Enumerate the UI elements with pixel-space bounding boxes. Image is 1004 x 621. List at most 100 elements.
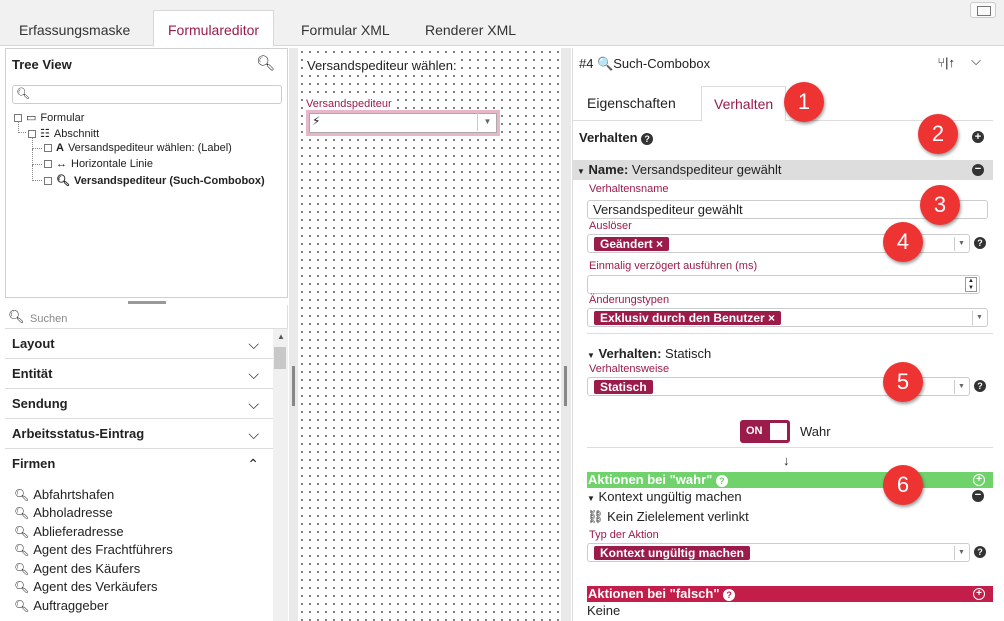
chevron-down-icon: ⌵ — [248, 426, 259, 442]
library-item[interactable]: 🔍︎ Agent des Verkäufers — [14, 579, 158, 594]
boolean-toggle[interactable]: ON — [740, 420, 790, 443]
properties-header: #4 🔍Such-Combobox ⑂|↑ ⌵ — [573, 48, 1003, 78]
action-type-select[interactable]: Kontext ungültig machen ▼ — [587, 543, 970, 562]
callout-badge: 4 — [883, 222, 923, 262]
tab-formulareditor[interactable]: Formulareditor — [153, 10, 275, 47]
help-icon[interactable]: ? — [723, 588, 736, 601]
combobox-field[interactable]: ⚡︎ ▼ — [306, 110, 500, 136]
tree-node-label: Versandspediteur (Such-Combobox) — [73, 174, 265, 187]
library-item[interactable]: 🔍︎ Ablieferadresse — [14, 524, 124, 539]
chevron-down-icon: ⌵ — [248, 366, 259, 382]
category-layout[interactable]: Layout ⌵ — [5, 329, 273, 359]
tag-chip[interactable]: Statisch — [594, 380, 653, 394]
checkbox[interactable] — [44, 144, 52, 152]
screen-settings-icon[interactable] — [970, 2, 996, 18]
dropdown-caret-icon[interactable]: ▼ — [972, 311, 986, 325]
dropdown-caret-icon[interactable]: ▼ — [954, 237, 968, 251]
tag-chip[interactable]: Kontext ungültig machen — [594, 546, 750, 560]
add-action-icon[interactable]: + — [973, 474, 985, 486]
search-icon: 🔍︎ — [16, 88, 30, 100]
text-icon: A — [56, 142, 64, 154]
tree-connector — [32, 165, 42, 181]
spinner-icon[interactable]: ▲ ▼ — [965, 277, 977, 292]
actions-true-bar[interactable]: Aktionen bei "wahr" ? + — [587, 472, 993, 488]
tab-verhalten[interactable]: Verhalten — [701, 86, 787, 122]
checkbox[interactable] — [44, 176, 52, 185]
help-icon[interactable]: ? — [715, 474, 728, 487]
caret-down-icon: ▼ — [577, 167, 585, 176]
aenderungstypen-select[interactable]: Exklusiv durch den Benutzer × ▼ — [587, 308, 988, 327]
form-canvas[interactable]: Versandspediteur wählen: Versandspediteu… — [298, 48, 560, 621]
library-search-input[interactable]: 🔍︎ Suchen — [5, 307, 288, 329]
help-icon[interactable]: ? — [974, 380, 986, 392]
add-behaviour-icon[interactable]: + — [972, 131, 984, 143]
scroll-up-icon[interactable]: ▲ — [277, 332, 285, 341]
tree-node-label: Versandspediteur wählen: (Label) — [67, 142, 232, 154]
resize-handle[interactable] — [564, 366, 567, 406]
dropdown-caret-icon[interactable]: ▼ — [954, 380, 968, 394]
resize-handle[interactable] — [292, 366, 295, 406]
dropdown-caret-icon[interactable]: ▼ — [954, 546, 968, 560]
tab-erfassungsmaske[interactable]: Erfassungsmaske — [5, 11, 144, 46]
remove-action-icon[interactable]: − — [972, 490, 984, 502]
dropdown-caret-icon[interactable]: ▼ — [477, 113, 497, 131]
category-arbeitsstatus[interactable]: Arbeitsstatus-Eintrag ⌵ — [5, 419, 273, 449]
tab-eigenschaften[interactable]: Eigenschaften — [575, 86, 688, 121]
search-placeholder: Suchen — [30, 313, 68, 325]
panel-splitter[interactable] — [128, 301, 166, 304]
left-gutter[interactable] — [289, 48, 298, 621]
remove-behaviour-icon[interactable]: − — [972, 164, 984, 176]
tree-node-label-element[interactable]: A Versandspediteur wählen: (Label) — [44, 142, 232, 154]
search-icon: 🔍︎ — [14, 525, 30, 539]
help-icon[interactable]: ? — [974, 546, 986, 558]
callout-badge: 5 — [883, 362, 923, 402]
tree-view-title: Tree View — [12, 57, 72, 72]
library-item[interactable]: 🔍︎ Abholadresse — [14, 505, 113, 520]
sub-section-verhalten[interactable]: ▼ Verhalten: Statisch — [587, 346, 711, 361]
chevron-down-icon[interactable]: ⌵ — [971, 53, 981, 69]
help-icon[interactable]: ? — [974, 237, 986, 249]
actions-false-value: Keine — [587, 603, 621, 618]
chevron-down-icon: ⌵ — [248, 396, 259, 412]
tree-node-combobox[interactable]: 🔍︎ Versandspediteur (Such-Combobox) — [44, 174, 265, 187]
divider — [587, 333, 993, 334]
callout-badge: 2 — [918, 114, 958, 154]
search-icon: 🔍︎ — [14, 599, 30, 613]
canvas-label-element[interactable]: Versandspediteur wählen: — [306, 58, 458, 73]
tab-renderer-xml[interactable]: Renderer XML — [411, 11, 530, 46]
add-action-icon[interactable]: + — [973, 588, 985, 600]
category-entitaet[interactable]: Entität ⌵ — [5, 359, 273, 389]
canvas-combobox-element[interactable]: Versandspediteur ⚡︎ ▼ — [306, 95, 500, 136]
actions-false-bar[interactable]: Aktionen bei "falsch" ? + — [587, 586, 993, 602]
category-sendung[interactable]: Sendung ⌵ — [5, 389, 273, 419]
right-gutter[interactable] — [561, 48, 571, 621]
field-label-verhaltensname: Verhaltensname — [589, 183, 669, 195]
tree-node-horizontal-line[interactable]: ↔ Horizontale Linie — [44, 158, 153, 170]
search-icon: 🔍︎ — [14, 580, 30, 594]
help-icon[interactable]: ? — [641, 132, 654, 145]
action-context-header[interactable]: ▼ Kontext ungültig machen — [587, 489, 742, 504]
properties-title: #4 🔍Such-Combobox — [579, 56, 711, 71]
behaviour-name-bar[interactable]: ▼ Name: Versandspediteur gewählt − — [573, 160, 993, 180]
search-icon: 🔍︎ — [14, 506, 30, 520]
library-item[interactable]: 🔍︎ Auftraggeber — [14, 598, 108, 613]
chevron-up-icon: ⌃ — [247, 456, 259, 472]
branch-up-icon[interactable]: ⑂|↑ — [937, 55, 955, 70]
library-item[interactable]: 🔍︎ Abfahrtshafen — [14, 487, 114, 502]
divider — [587, 447, 993, 448]
library-scrollbar[interactable]: ▲ — [273, 329, 288, 621]
tag-chip[interactable]: Exklusiv durch den Benutzer × — [594, 311, 782, 325]
tree-filter-input[interactable]: 🔍︎ — [12, 85, 282, 104]
library-item[interactable]: 🔍︎ Agent des Käufers — [14, 561, 140, 576]
tab-formular-xml[interactable]: Formular XML — [287, 11, 404, 46]
search-icon: 🔍︎ — [56, 175, 70, 187]
library-item[interactable]: 🔍︎ Agent des Frachtführers — [14, 542, 173, 557]
scrollbar-thumb[interactable] — [274, 347, 286, 369]
delay-number-input[interactable]: ▲ ▼ — [587, 275, 980, 294]
search-icon[interactable]: 🔍︎ — [256, 54, 275, 72]
category-firmen[interactable]: Firmen ⌃ — [5, 449, 273, 479]
chevron-down-icon: ⌵ — [248, 336, 259, 352]
checkbox[interactable] — [44, 160, 52, 168]
top-tab-bar: Erfassungsmaske Formulareditor Formular … — [0, 0, 1004, 47]
tag-chip[interactable]: Geändert × — [594, 237, 670, 251]
